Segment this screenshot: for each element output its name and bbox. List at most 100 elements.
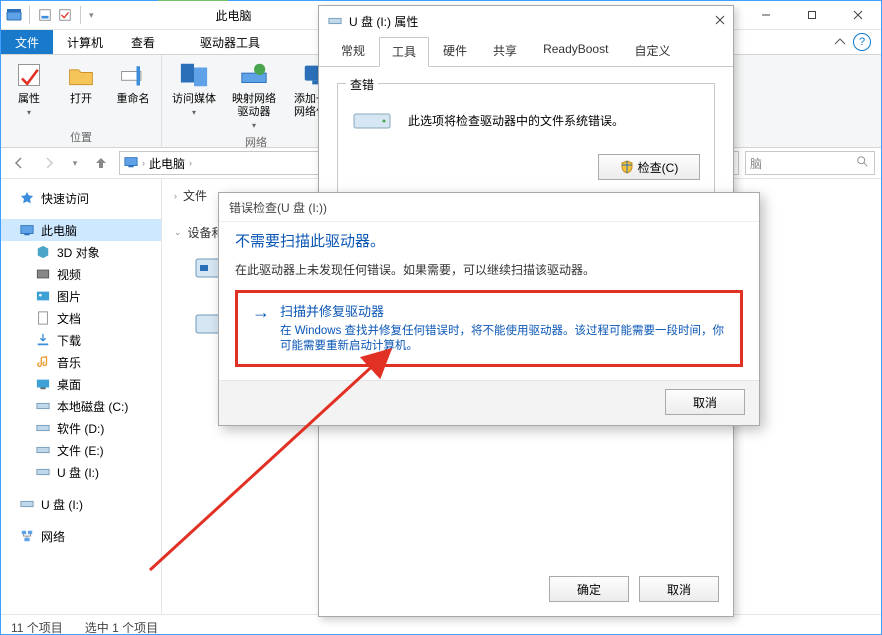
properties-titlebar: U 盘 (I:) 属性 [319,6,733,36]
chevron-right-icon[interactable]: › [142,158,145,168]
error-check-dialog: 错误检查(U 盘 (I:)) 不需要扫描此驱动器。 在此驱动器上未发现任何错误。… [218,192,760,426]
chevron-down-icon: ▾ [252,119,256,132]
tab-sharing[interactable]: 共享 [481,37,529,67]
error-check-titlebar: 错误检查(U 盘 (I:)) [219,193,759,222]
rename-icon [117,59,149,91]
search-input[interactable]: 脑 [745,151,875,175]
error-check-group: 查错 此选项将检查驱动器中的文件系统错误。 检查(C) [337,83,715,201]
sidebar-item-drive-d[interactable]: 软件 (D:) [1,417,161,439]
tab-readyboost[interactable]: ReadyBoost [531,37,620,67]
desktop-icon [35,376,51,392]
qat-properties-icon[interactable] [56,6,74,24]
search-icon [856,155,870,172]
arrow-right-icon: → [252,303,270,321]
drive-icon [352,106,392,134]
properties-button[interactable]: 属性 ▾ [7,59,51,119]
sidebar-item-drive-e[interactable]: 文件 (E:) [1,439,161,461]
file-tab[interactable]: 文件 [1,30,53,54]
tab-tools[interactable]: 工具 [379,37,429,67]
map-drive-button[interactable]: 映射网络 驱动器 ▾ [228,59,280,132]
qat-save-icon[interactable] [36,6,54,24]
download-icon [35,332,51,348]
tab-view[interactable]: 查看 [117,30,169,54]
nav-back-button[interactable] [7,151,31,175]
ok-button[interactable]: 确定 [549,576,629,602]
map-drive-icon [238,59,270,91]
error-check-sub: 在此驱动器上未发现任何错误。如果需要，可以继续扫描该驱动器。 [235,261,743,278]
cube-icon [35,244,51,260]
tab-drive-tools[interactable]: 驱动器工具 [181,30,279,54]
star-icon [19,190,35,206]
ribbon-group-location: 属性 ▾ 打开 重命名 位置 [1,55,162,147]
sidebar-item-desktop[interactable]: 桌面 [1,373,161,395]
sidebar-item-drive-i[interactable]: U 盘 (I:) [1,461,161,483]
access-media-button[interactable]: 访问媒体 ▾ [168,59,220,119]
scan-and-repair-option[interactable]: → 扫描并修复驱动器 在 Windows 查找并修复任何错误时，将不能使用驱动器… [235,290,743,367]
status-bar: 11 个项目 选中 1 个项目 [1,614,881,635]
chevron-right-icon[interactable]: › [189,158,192,168]
sidebar-this-pc[interactable]: 此电脑 [1,219,161,241]
open-button[interactable]: 打开 [59,59,103,106]
properties-buttons: 确定 取消 [319,566,733,616]
nav-history-dropdown[interactable]: ▾ [67,151,83,175]
minimize-button[interactable] [743,1,789,29]
properties-tabs: 常规 工具 硬件 共享 ReadyBoost 自定义 [319,36,733,67]
maximize-button[interactable] [789,1,835,29]
contextual-tab-header: 管理 [158,0,228,1]
tab-hardware[interactable]: 硬件 [431,37,479,67]
sidebar-item-drive-c[interactable]: 本地磁盘 (C:) [1,395,161,417]
status-selected: 选中 1 个项目 [85,619,158,635]
sidebar-drive-i-root[interactable]: U 盘 (I:) [1,493,161,515]
computer-icon [124,155,138,172]
usb-icon [19,496,35,512]
nav-up-button[interactable] [89,151,113,175]
close-button[interactable] [835,1,881,29]
computer-icon [19,222,35,238]
usb-icon [35,464,51,480]
sidebar-item-documents[interactable]: 文档 [1,307,161,329]
chevron-right-icon: › [174,191,177,201]
chevron-down-icon: ▾ [27,106,31,119]
picture-icon [35,288,51,304]
group-legend: 查错 [346,76,378,93]
shield-icon [620,160,634,174]
sidebar-item-videos[interactable]: 视频 [1,263,161,285]
media-icon [178,59,210,91]
option-desc: 在 Windows 查找并修复任何错误时，将不能使用驱动器。该过程可能需要一段时… [280,324,726,354]
drive-icon [327,13,343,29]
chevron-down-icon: ⌄ [174,227,182,238]
video-icon [35,266,51,282]
breadcrumb-item[interactable]: 此电脑 [149,155,185,172]
sidebar-quick-access[interactable]: 快速访问 [1,187,161,209]
sidebar-item-3d[interactable]: 3D 对象 [1,241,161,263]
sidebar-item-music[interactable]: 音乐 [1,351,161,373]
check-description: 此选项将检查驱动器中的文件系统错误。 [408,112,624,129]
collapse-ribbon-icon[interactable] [833,35,847,49]
sidebar-item-downloads[interactable]: 下载 [1,329,161,351]
tab-computer[interactable]: 计算机 [53,30,117,54]
check-button[interactable]: 检查(C) [598,154,700,180]
network-icon [19,528,35,544]
tab-general[interactable]: 常规 [329,37,377,67]
error-check-title-text: 错误检查(U 盘 (I:)) [229,199,327,216]
drive-icon [35,442,51,458]
document-icon [35,310,51,326]
tab-custom[interactable]: 自定义 [622,37,682,67]
rename-button[interactable]: 重命名 [111,59,155,106]
cancel-button[interactable]: 取消 [639,576,719,602]
sidebar-item-pictures[interactable]: 图片 [1,285,161,307]
qat-dropdown-icon[interactable]: ▾ [87,10,96,21]
nav-forward-button[interactable] [37,151,61,175]
sidebar-network[interactable]: 网络 [1,525,161,547]
drive-icon [35,420,51,436]
music-icon [35,354,51,370]
status-items: 11 个项目 [11,619,63,635]
chevron-down-icon: ▾ [192,106,196,119]
properties-title: U 盘 (I:) 属性 [349,13,697,30]
option-title: 扫描并修复驱动器 [280,301,726,320]
error-check-heading: 不需要扫描此驱动器。 [235,230,743,251]
properties-icon [13,59,45,91]
close-button[interactable] [697,14,725,28]
cancel-button[interactable]: 取消 [665,389,745,415]
help-icon[interactable]: ? [853,33,871,51]
